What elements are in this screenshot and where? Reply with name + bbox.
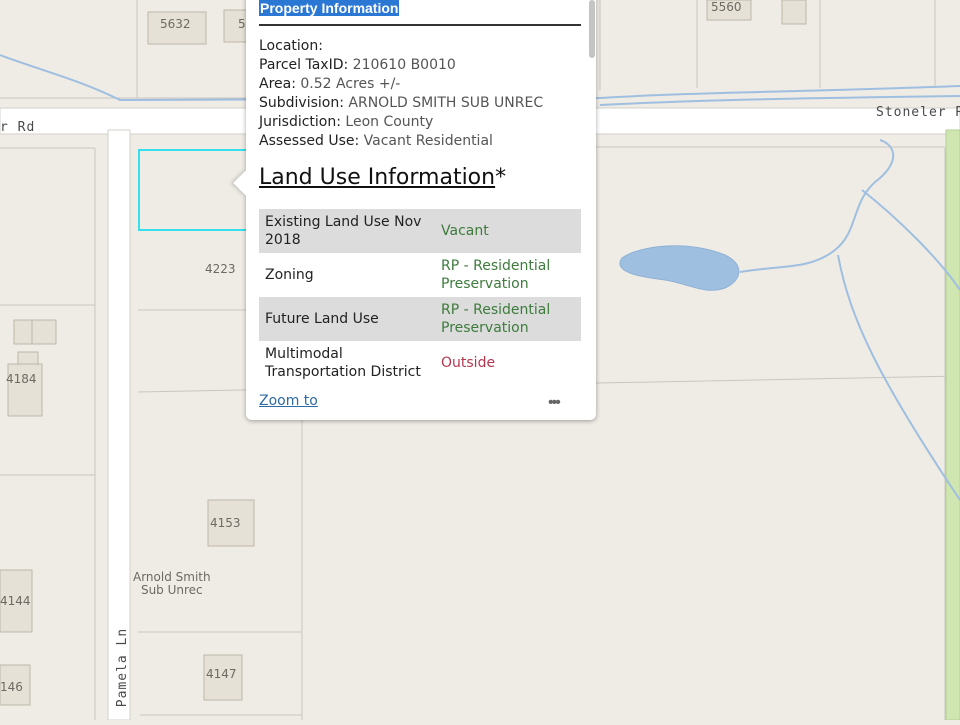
table-key: Existing Land Use Nov 2018 xyxy=(259,209,435,253)
field-label: Location: xyxy=(259,38,323,54)
field-area: Area: 0.52 Acres +/- xyxy=(259,75,581,94)
land-use-table: Existing Land Use Nov 2018 Vacant Zoning… xyxy=(259,209,581,385)
field-label: Parcel TaxID: xyxy=(259,57,349,73)
subdivision-label: Arnold Smith Sub Unrec xyxy=(133,571,211,597)
title-divider xyxy=(259,24,581,26)
popup-scrollbar-thumb[interactable] xyxy=(589,0,595,58)
house-number: 5560 xyxy=(711,0,742,14)
field-label: Area: xyxy=(259,76,296,92)
field-assessed-use: Assessed Use: Vacant Residential xyxy=(259,132,581,151)
popup-title: Property Information xyxy=(259,0,400,16)
field-location: Location: xyxy=(259,37,581,56)
table-key: Future Land Use xyxy=(259,297,435,341)
house-number: 4184 xyxy=(6,372,37,386)
table-value: RP - Residential Preservation xyxy=(441,258,551,292)
table-row: Zoning RP - Residential Preservation xyxy=(259,253,581,297)
field-label: Assessed Use: xyxy=(259,133,360,149)
field-value: Vacant Residential xyxy=(363,133,493,149)
house-number: 5 xyxy=(238,17,246,31)
popup-footer: Zoom to ••• xyxy=(246,388,596,420)
table-key: Multimodal Transportation District xyxy=(265,346,421,380)
field-label: Subdivision: xyxy=(259,95,344,111)
table-value: RP - Residential Preservation xyxy=(435,297,581,341)
land-use-heading-text: Land Use Information xyxy=(259,165,496,190)
zoom-to-link[interactable]: Zoom to xyxy=(259,393,318,409)
field-jurisdiction: Jurisdiction: Leon County xyxy=(259,113,581,132)
house-number: 4153 xyxy=(210,516,241,530)
road-label: Stoneler Ro xyxy=(876,105,960,120)
property-popup[interactable]: Property Information Location: Parcel Ta… xyxy=(233,0,596,420)
more-options-icon[interactable]: ••• xyxy=(548,394,561,412)
land-use-heading: Land Use Information* xyxy=(259,165,581,190)
road-label: Pamela Ln xyxy=(115,627,131,708)
field-value: Leon County xyxy=(345,114,434,130)
field-value: 0.52 Acres +/- xyxy=(300,76,401,92)
table-value: Vacant xyxy=(435,209,581,253)
field-subdivision: Subdivision: ARNOLD SMITH SUB UNREC xyxy=(259,94,581,113)
road-label: r Rd xyxy=(0,120,36,135)
table-value: Outside xyxy=(441,355,496,371)
house-number: 146 xyxy=(0,680,23,694)
house-number: 5632 xyxy=(160,17,191,31)
popup-content[interactable]: Property Information Location: Parcel Ta… xyxy=(246,0,596,388)
table-key: Zoning xyxy=(265,267,314,283)
property-fields: Location: Parcel TaxID: 210610 B0010 Are… xyxy=(259,37,581,151)
land-use-asterisk: * xyxy=(495,165,507,190)
house-number: 4147 xyxy=(206,667,237,681)
field-value: ARNOLD SMITH SUB UNREC xyxy=(348,95,544,111)
field-value: 210610 B0010 xyxy=(352,57,456,73)
popup-scrollbar[interactable] xyxy=(590,0,596,388)
table-row: Multimodal Transportation District Outsi… xyxy=(259,341,581,385)
house-number: 4223 xyxy=(205,262,236,276)
subdivision-label-line: Sub Unrec xyxy=(140,583,203,597)
field-parcel-taxid: Parcel TaxID: 210610 B0010 xyxy=(259,56,581,75)
field-label: Jurisdiction: xyxy=(259,114,341,130)
table-row: Future Land Use RP - Residential Preserv… xyxy=(259,297,581,341)
table-row: Existing Land Use Nov 2018 Vacant xyxy=(259,209,581,253)
house-number: 4144 xyxy=(0,594,31,608)
